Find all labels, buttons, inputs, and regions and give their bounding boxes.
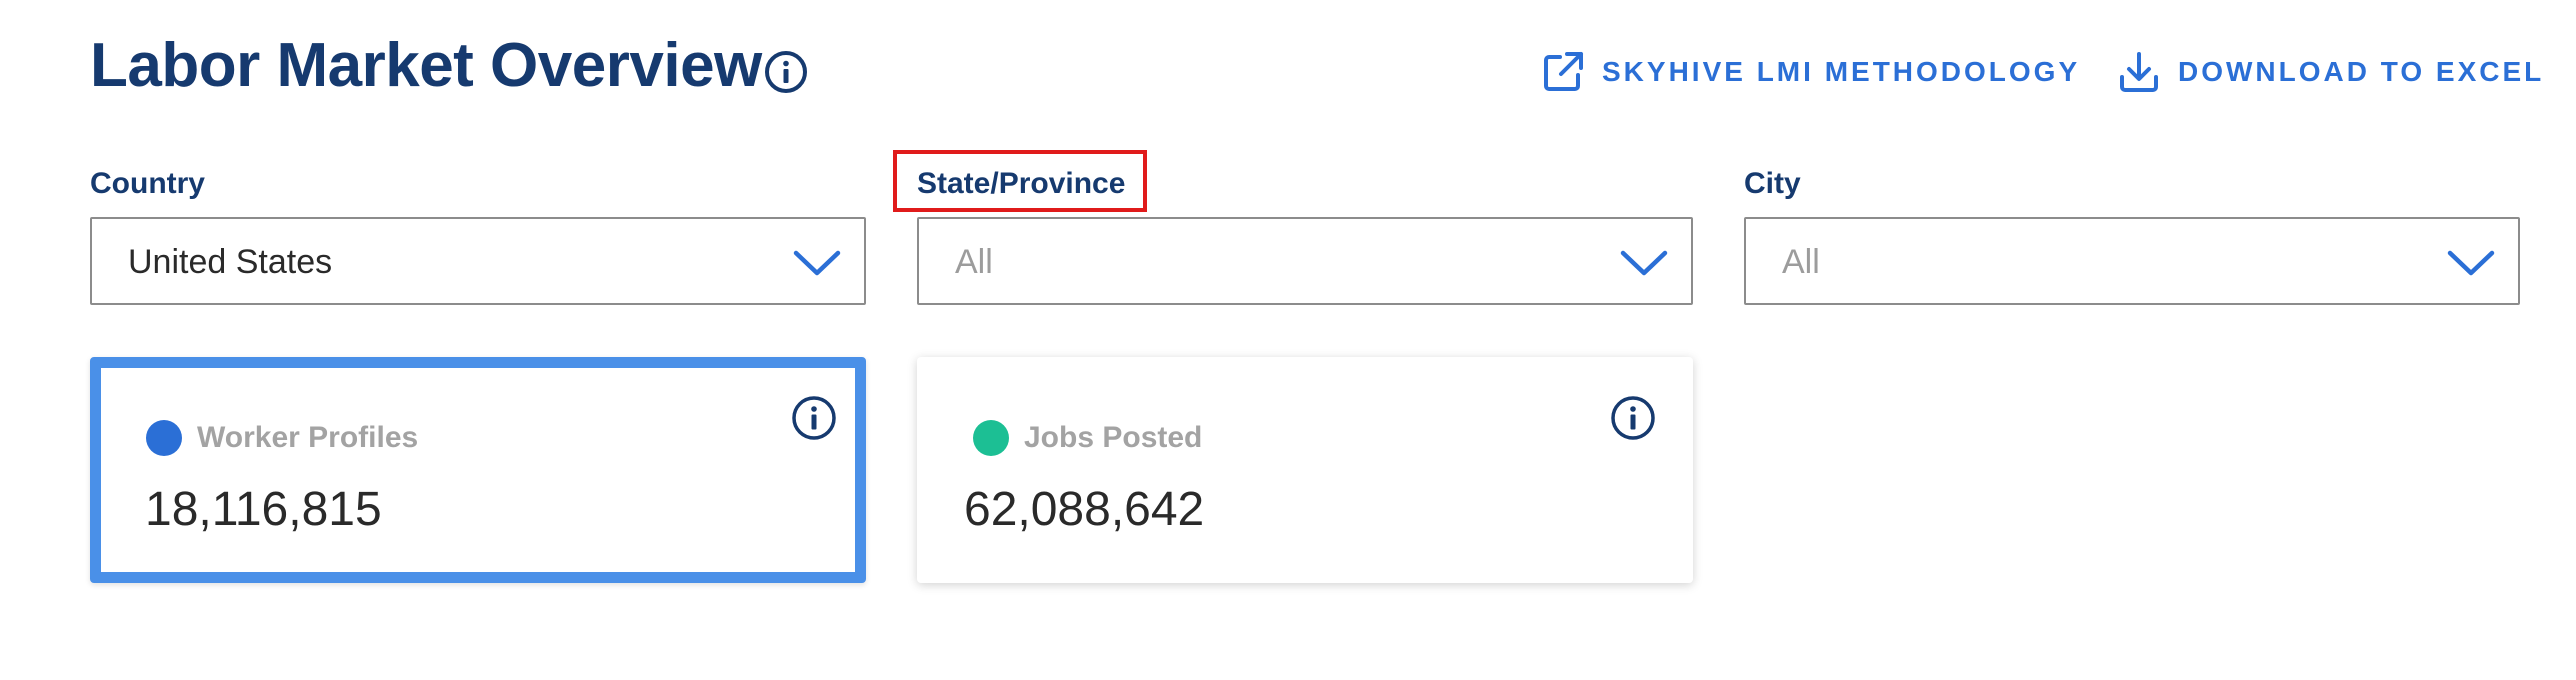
info-circle-icon[interactable] (764, 50, 808, 94)
external-link-icon (1544, 52, 1583, 91)
city-label: City (1744, 167, 1801, 200)
state-province-label-highlight (893, 150, 1147, 212)
download-excel-button[interactable]: DOWNLOAD TO EXCEL (2116, 44, 2544, 100)
country-label: Country (90, 167, 205, 200)
country-select[interactable]: United States (90, 217, 866, 305)
worker-profiles-value: 18,116,815 (145, 483, 382, 536)
info-circle-icon[interactable] (791, 395, 837, 441)
worker-profiles-card[interactable]: Worker Profiles 18,116,815 (90, 357, 866, 583)
chevron-down-icon (793, 250, 841, 276)
worker-profiles-label: Worker Profiles (197, 421, 419, 454)
jobs-posted-label: Jobs Posted (1024, 421, 1203, 454)
worker-profiles-dot (146, 420, 182, 456)
methodology-link-label: SKYHIVE LMI METHODOLOGY (1602, 56, 2081, 87)
jobs-posted-dot (973, 420, 1009, 456)
methodology-link[interactable]: SKYHIVE LMI METHODOLOGY (1540, 44, 2080, 100)
city-select[interactable]: All (1744, 217, 2520, 305)
labor-market-overview-page: Labor Market Overview SKYHIVE LMI METHOD… (0, 0, 2576, 680)
country-select-value: United States (128, 243, 333, 281)
state-province-select-value: All (955, 243, 993, 281)
info-circle-icon[interactable] (1610, 395, 1656, 441)
download-icon (2120, 52, 2158, 92)
page-title: Labor Market Overview (90, 31, 762, 100)
city-select-value: All (1782, 243, 1820, 281)
download-excel-label: DOWNLOAD TO EXCEL (2178, 56, 2545, 87)
chevron-down-icon (1620, 250, 1668, 276)
chevron-down-icon (2447, 250, 2495, 276)
jobs-posted-value: 62,088,642 (964, 483, 1205, 536)
state-province-select[interactable]: All (917, 217, 1693, 305)
jobs-posted-card[interactable]: Jobs Posted 62,088,642 (917, 357, 1693, 583)
